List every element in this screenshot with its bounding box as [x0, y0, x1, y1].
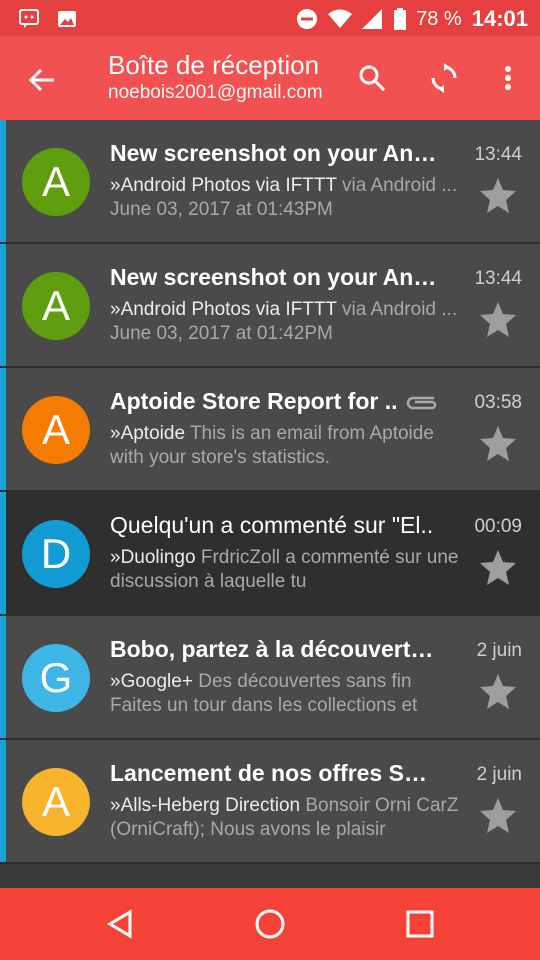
image-notification-icon [58, 11, 76, 27]
nav-back-icon[interactable] [102, 906, 138, 942]
email-time: 00:09 [474, 516, 522, 537]
unread-indicator [0, 368, 6, 490]
app-bar: Boîte de réception noebois2001@gmail.com [0, 36, 540, 120]
sender-avatar[interactable]: G [22, 644, 90, 712]
email-list: A New screenshot on your Android »Android … [0, 120, 540, 888]
unread-indicator [0, 616, 6, 738]
email-row[interactable]: G Bobo, partez à la découverte .. »Google+… [0, 616, 540, 740]
email-subject: New screenshot on your Android [110, 264, 440, 290]
do-not-disturb-icon [297, 9, 318, 29]
star-icon[interactable] [478, 300, 518, 340]
nav-recents-icon[interactable] [402, 906, 438, 942]
email-preview: »Alls-Heberg Direction Bonsoir Orni CarZ… [110, 794, 460, 842]
attachment-icon [406, 396, 437, 410]
battery-icon [394, 8, 407, 30]
email-time: 2 juin [476, 640, 522, 661]
sender-avatar[interactable]: A [22, 148, 90, 216]
sender-avatar[interactable]: A [22, 396, 90, 464]
email-sender: »Aptoide [110, 423, 186, 444]
email-preview: »Duolingo FrdricZoll a commenté sur une … [110, 546, 460, 594]
star-icon[interactable] [478, 424, 518, 464]
email-time: 13:44 [474, 268, 522, 289]
message-notification-icon [19, 9, 39, 28]
unread-indicator [0, 740, 6, 862]
email-subject: Quelqu'un a commenté sur "El.. [110, 512, 434, 538]
email-sender: »Duolingo [110, 547, 196, 568]
email-subject: Aptoide Store Report for .. [110, 388, 398, 414]
email-time: 03:58 [474, 392, 522, 413]
email-subject: New screenshot on your Android [110, 140, 440, 166]
star-icon[interactable] [478, 672, 518, 712]
battery-percent: 78 % [416, 7, 462, 30]
email-preview: »Google+ Des découvertes sans fin Faites… [110, 670, 460, 718]
nav-home-icon[interactable] [252, 906, 288, 942]
search-icon[interactable] [356, 62, 388, 94]
back-arrow-icon[interactable] [26, 64, 58, 96]
star-icon[interactable] [478, 176, 518, 216]
overflow-menu-icon[interactable] [492, 62, 524, 94]
email-sender: »Android Photos via IFTTT [110, 299, 337, 320]
email-row[interactable]: A Aptoide Store Report for .. »Aptoide Thi… [0, 368, 540, 492]
unread-indicator [0, 244, 6, 366]
unread-indicator [0, 492, 6, 614]
wifi-icon [328, 9, 353, 28]
email-row[interactable]: A New screenshot on your Android »Android … [0, 120, 540, 244]
email-subject: Bobo, partez à la découverte .. [110, 636, 440, 662]
email-time: 13:44 [474, 144, 522, 165]
email-sender: »Alls-Heberg Direction [110, 795, 301, 816]
email-row[interactable]: D Quelqu'un a commenté sur "El.. »Duolingo… [0, 492, 540, 616]
navigation-bar [0, 888, 540, 960]
email-preview: »Aptoide This is an email from Aptoide w… [110, 422, 460, 470]
page-title: Boîte de réception [108, 50, 320, 80]
email-subject: Lancement de nos offres SSD.. [110, 760, 440, 786]
email-preview: »Android Photos via IFTTT via Android ..… [110, 174, 460, 222]
sync-icon[interactable] [428, 62, 460, 94]
email-row[interactable]: A Lancement de nos offres SSD.. »Alls-Hebe… [0, 740, 540, 864]
account-email: noebois2001@gmail.com [108, 82, 323, 103]
sender-avatar[interactable]: D [22, 520, 90, 588]
sender-avatar[interactable]: A [22, 272, 90, 340]
email-sender: »Google+ [110, 671, 193, 692]
sender-avatar[interactable]: A [22, 768, 90, 836]
email-preview: »Android Photos via IFTTT via Android ..… [110, 298, 460, 346]
email-row[interactable]: A New screenshot on your Android »Android … [0, 244, 540, 368]
status-bar: 78 % 14:01 [0, 0, 540, 36]
star-icon[interactable] [478, 796, 518, 836]
star-icon[interactable] [478, 548, 518, 588]
unread-indicator [0, 120, 6, 242]
email-time: 2 juin [476, 764, 522, 785]
email-sender: »Android Photos via IFTTT [110, 175, 337, 196]
signal-icon [362, 9, 383, 29]
clock: 14:01 [471, 6, 528, 31]
